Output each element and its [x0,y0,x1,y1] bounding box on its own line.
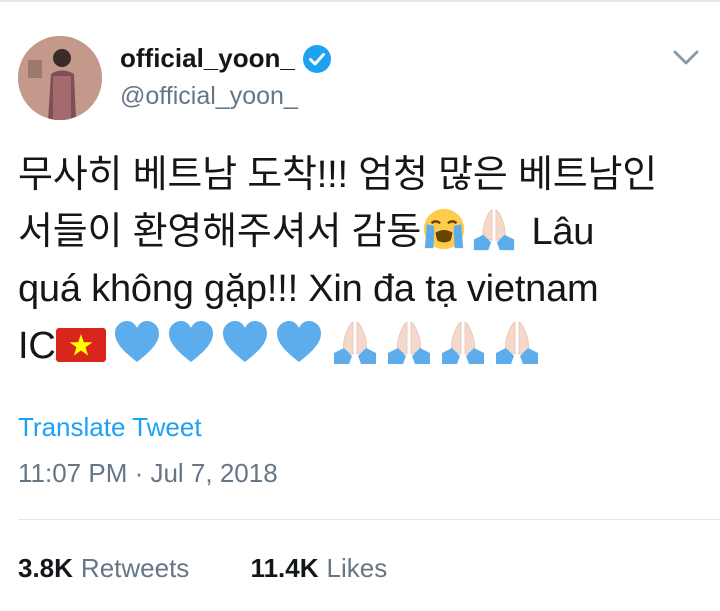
avatar[interactable] [18,36,102,120]
folded-hands-icon [492,318,542,366]
blue-heart-icon [274,318,324,366]
display-name[interactable]: official_yoon_ [120,42,295,74]
vietnam-flag-icon [55,328,106,362]
translate-tweet-link[interactable]: Translate Tweet [18,410,202,444]
tweet-text-line: IC [18,318,708,375]
folded-hands-icon [471,206,517,252]
tweet-text-line: 서들이 환영해주셔서 감동 Lâu [18,204,708,261]
chevron-down-icon[interactable] [672,48,700,68]
tweet-text-line: quá không gặp!!! Xin đa tạ vietnam [18,261,708,318]
tweet-timestamp[interactable]: 11:07 PM · Jul 7, 2018 [18,456,278,490]
likes-label: Likes [326,553,388,583]
tweet-stats: 3.8K Retweets 11.4K Likes [18,551,387,585]
likes-stat[interactable]: 11.4K Likes [251,551,388,585]
tweet-text-segment: 서들이 환영해주셔서 감동 [18,211,422,253]
tweet-text-segment: 무사히 베트남 도착!!! 엄청 많은 베트남인 [18,154,658,196]
tweet-text-segment: quá không gặp!!! Xin đa tạ vietnam [18,268,599,310]
verified-badge-icon [303,45,331,73]
blue-heart-icon [112,318,162,366]
likes-count: 11.4K [250,553,319,583]
blue-heart-icon [166,318,216,366]
retweets-count: 3.8K [18,553,73,583]
tweet-text-line: 무사히 베트남 도착!!! 엄청 많은 베트남인 [18,147,708,204]
loudly-crying-face-icon [421,206,467,252]
retweets-label: Retweets [80,553,190,583]
tweet-text-segment: IC [18,325,56,367]
tweet-text: 무사히 베트남 도착!!! 엄청 많은 베트남인 서들이 환영해주셔서 감동 L… [18,147,708,375]
stats-divider [18,519,720,520]
tweet-text-segment: Lâu [531,211,595,253]
folded-hands-icon [438,318,488,366]
retweets-stat[interactable]: 3.8K Retweets [18,551,189,585]
folded-hands-icon [330,318,380,366]
user-handle[interactable]: @official_yoon_ [120,80,298,112]
top-divider [0,0,720,2]
blue-heart-icon [220,318,270,366]
folded-hands-icon [384,318,434,366]
